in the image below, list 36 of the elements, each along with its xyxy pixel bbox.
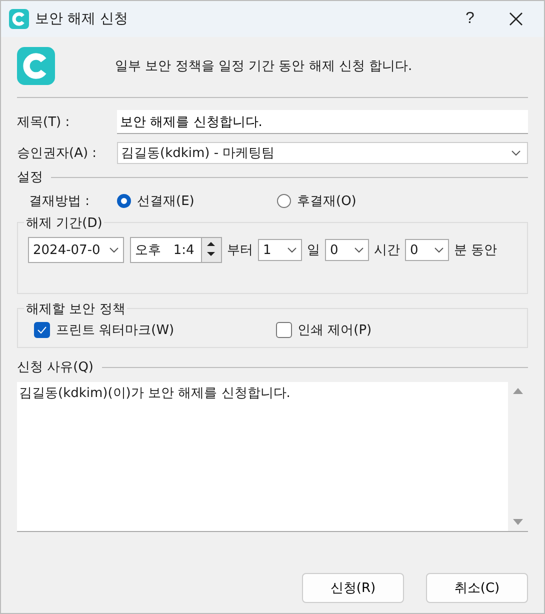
chevron-down-icon <box>109 247 119 253</box>
app-logo-icon <box>17 47 55 85</box>
submit-button[interactable]: 신청(R) <box>302 573 404 603</box>
method-label: 결재방법 : <box>29 193 91 210</box>
date-dropdown[interactable]: 2024-07-0 <box>28 237 124 263</box>
policies-heading: 해제할 보안 정책 <box>24 300 128 318</box>
chevron-down-icon <box>511 150 521 156</box>
time-field[interactable]: 오후 1:4 <box>130 237 222 263</box>
radio-option[interactable]: 선결재(E) <box>117 192 277 210</box>
close-icon <box>509 12 523 26</box>
subject-label: 제목(T) : <box>17 114 71 131</box>
subject-field[interactable]: 보안 해제를 신청합니다. <box>117 110 528 134</box>
days-label: 일 <box>307 242 320 259</box>
app-logo-icon <box>9 9 29 29</box>
radio-option[interactable]: 후결재(O) <box>277 192 437 210</box>
help-button[interactable]: ? <box>450 4 490 34</box>
period-heading: 해제 기간(D) <box>24 214 104 232</box>
settings-heading: 설정 <box>17 169 43 186</box>
minutes-label: 분 동안 <box>454 242 498 259</box>
description-text: 일부 보안 정책을 일정 기간 동안 해제 신청 합니다. <box>115 58 412 75</box>
window-title: 보안 해제 신청 <box>35 10 129 28</box>
approver-label: 승인권자(A) : <box>17 145 98 162</box>
hours-dropdown[interactable]: 0 <box>325 239 369 261</box>
approver-dropdown[interactable]: 김길동(kdkim) - 마케팅팀 <box>117 142 528 164</box>
checkmark-icon <box>37 326 47 334</box>
cancel-button[interactable]: 취소(C) <box>426 573 528 603</box>
policy-checkbox[interactable]: 프린트 워터마크(W) <box>34 321 276 339</box>
reason-heading: 신청 사유(Q) <box>17 359 94 376</box>
hours-label: 시간 <box>374 242 400 259</box>
days-dropdown[interactable]: 1 <box>258 239 302 261</box>
from-label: 부터 <box>227 242 253 259</box>
chevron-down-icon <box>434 247 444 253</box>
chevron-down-icon <box>287 247 297 253</box>
minutes-dropdown[interactable]: 0 <box>405 239 449 261</box>
chevron-down-icon <box>354 247 364 253</box>
policy-checkbox[interactable]: 인쇄 제어(P) <box>276 321 517 339</box>
